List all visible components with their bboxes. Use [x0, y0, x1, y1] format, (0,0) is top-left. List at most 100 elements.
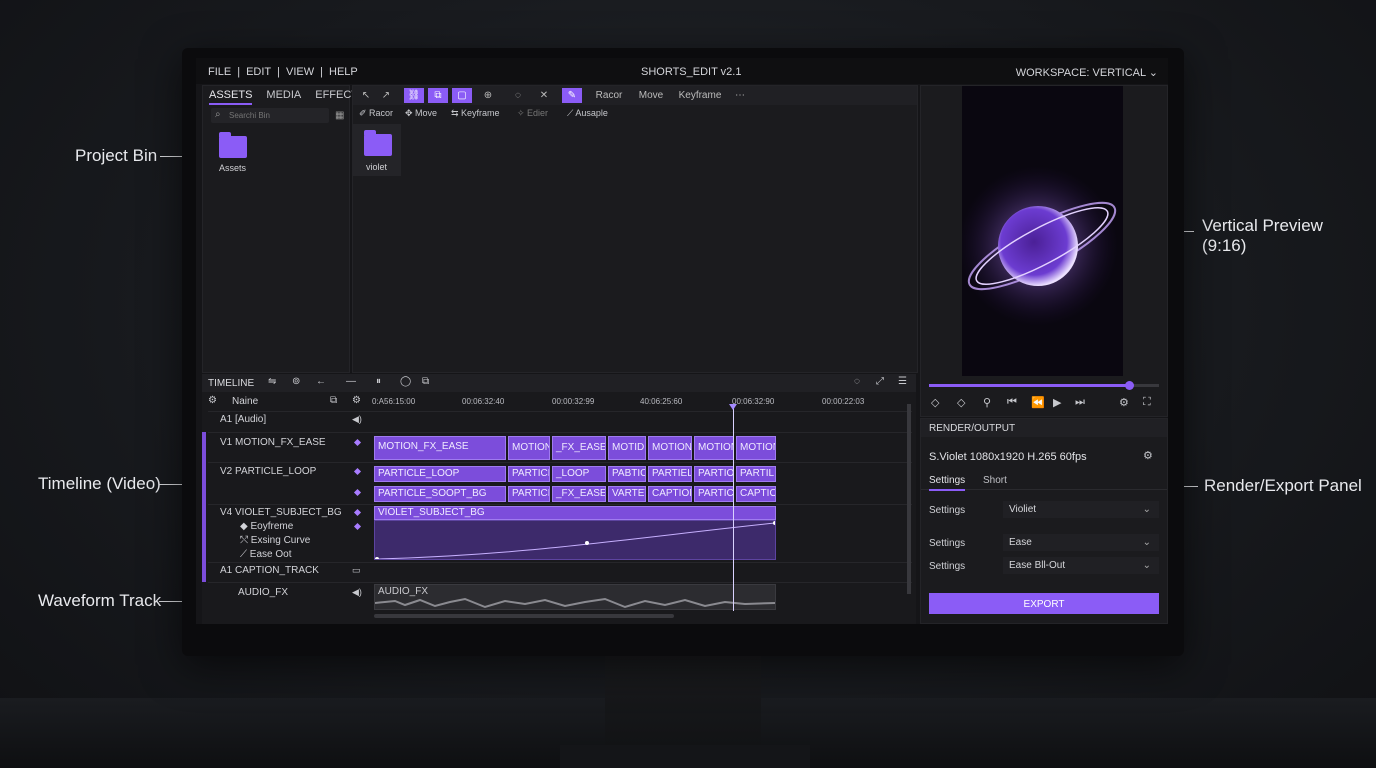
clip-v4-violet-subject[interactable]: VIOLET_SUBJECT_BG: [374, 506, 776, 520]
anchor-icon[interactable]: ⚲: [983, 396, 991, 409]
menu-edit[interactable]: EDIT: [246, 66, 271, 78]
clip-v1[interactable]: _FX_EASE..: [552, 436, 606, 460]
select-tool-icon[interactable]: ↖: [359, 88, 373, 103]
clip-v1[interactable]: MOTIDI: [608, 436, 646, 460]
mark-in-icon[interactable]: ◇: [931, 396, 939, 409]
keyframe-diamond-icon[interactable]: [353, 488, 362, 497]
tab-media[interactable]: MEDIA: [266, 89, 301, 105]
play-icon[interactable]: ▶: [1053, 396, 1061, 409]
workspace-selector[interactable]: WORKSPACE: VERTICAL ⌄: [1016, 66, 1158, 79]
clip-v1-motion-fx[interactable]: MOTION_FX_EASE: [374, 436, 506, 460]
snap-icon[interactable]: ⊚: [292, 376, 300, 387]
fullscreen-icon[interactable]: ⛶: [1143, 396, 1151, 409]
clip-v1[interactable]: MOTION: [648, 436, 692, 460]
track-menu-icon[interactable]: ⚙: [208, 395, 217, 406]
tab-short[interactable]: Short: [983, 475, 1007, 486]
caption-icon[interactable]: ▭: [352, 565, 361, 576]
brush-icon[interactable]: ✎: [562, 88, 582, 103]
keyframe-label[interactable]: ◆ Eoyfreme: [240, 521, 293, 532]
sync-icon[interactable]: ◌: [854, 376, 860, 387]
ease-out-label[interactable]: ⟋ Ease Oot: [240, 549, 291, 560]
clip-v2[interactable]: PARTICL: [694, 486, 734, 502]
crop-icon[interactable]: ▢: [452, 88, 472, 103]
easing-curve-label[interactable]: ⤲ Exsing Curve: [240, 535, 310, 546]
list-icon[interactable]: ☰: [898, 376, 907, 387]
bin-search[interactable]: ⌕: [211, 108, 329, 123]
zoom-icon[interactable]: ⊕: [481, 88, 495, 103]
easing-curve-lane[interactable]: [374, 520, 776, 560]
subtool-keyframe[interactable]: ⇆ Keyframe: [451, 108, 500, 119]
clip-v2-particle-loop[interactable]: PARTICLE_LOOP: [374, 466, 506, 482]
preview-scrubber[interactable]: [929, 381, 1159, 390]
subtool-move[interactable]: ✥ Move: [405, 108, 437, 119]
clip-v2[interactable]: _LOOP: [552, 466, 606, 482]
ripple-icon[interactable]: ⇋: [268, 376, 276, 387]
track-caption[interactable]: A1 CAPTION_TRACK: [220, 565, 319, 576]
track-v2[interactable]: V2 PARTICLE_LOOP: [220, 466, 316, 477]
clip-v2[interactable]: _FX_EASE: [552, 486, 606, 502]
mark-out-icon[interactable]: ◇: [957, 396, 965, 409]
menu-file[interactable]: FILE: [208, 66, 231, 78]
playhead[interactable]: [733, 404, 734, 611]
track-a1-audio[interactable]: A1 [Audio]: [220, 414, 266, 425]
stack-icon[interactable]: ⧉: [330, 395, 337, 406]
trim-icon[interactable]: ⧉: [428, 88, 448, 103]
settings-select-3[interactable]: Ease Bll-Out ⌄: [1003, 557, 1159, 574]
back-icon[interactable]: ←: [316, 376, 326, 387]
clip-v2[interactable]: VARTET: [608, 486, 646, 502]
clip-v2[interactable]: PARTIEL: [648, 466, 692, 482]
link-clips-icon[interactable]: ⧉: [422, 376, 429, 387]
minus-icon[interactable]: —: [346, 376, 356, 387]
clip-v1[interactable]: MOTION: [508, 436, 550, 460]
razor-tool[interactable]: Racor: [589, 88, 629, 103]
track-v4[interactable]: V4 VIOLET_SUBJECT_BG: [220, 507, 342, 518]
menu-view[interactable]: VIEW: [286, 66, 314, 78]
keyframe-diamond-icon[interactable]: [353, 508, 362, 517]
keyframe-diamond-icon[interactable]: [353, 438, 362, 447]
menu-help[interactable]: HELP: [329, 66, 358, 78]
skip-forward-icon[interactable]: ⏭: [1075, 396, 1085, 409]
search-input[interactable]: [227, 110, 321, 121]
link-icon[interactable]: ⛓: [404, 88, 424, 103]
playhead-handle-icon[interactable]: [729, 404, 737, 410]
marker-icon[interactable]: ⏸: [376, 376, 381, 387]
track-v1[interactable]: V1 MOTION_FX_EASE: [220, 437, 326, 448]
timeline-vertical-scrollbar[interactable]: [907, 404, 911, 594]
keyframe-tool[interactable]: Keyframe: [675, 88, 725, 103]
audio-mute-icon[interactable]: ◀): [352, 587, 362, 598]
settings-icon[interactable]: ⚙: [1119, 396, 1129, 409]
subtool-edier[interactable]: ✧ Edier: [517, 108, 548, 119]
clip-v1[interactable]: MOTION: [694, 436, 734, 460]
cut-icon[interactable]: ✕: [537, 88, 551, 103]
more-icon[interactable]: ⋯: [733, 88, 747, 103]
grid-icon[interactable]: ▦: [335, 110, 344, 121]
settings-select-1[interactable]: Violiet ⌄: [1003, 501, 1159, 518]
skip-back-icon[interactable]: ⏮: [1007, 396, 1017, 409]
clip-v2[interactable]: PARTIOL: [694, 466, 734, 482]
clip-v2[interactable]: PARTIL: [736, 466, 776, 482]
expand-icon[interactable]: ⤢: [876, 376, 884, 387]
subtool-ausaple[interactable]: ⟋ Ausaple: [567, 108, 608, 119]
violet-folder-tile[interactable]: violet: [353, 124, 401, 176]
keyframe-diamond-icon[interactable]: [353, 467, 362, 476]
speaker-icon[interactable]: ◀): [352, 414, 362, 425]
clip-v2[interactable]: PARTICR: [508, 486, 550, 502]
export-button[interactable]: EXPORT: [929, 593, 1159, 614]
pen-tool-icon[interactable]: ↗: [379, 88, 393, 103]
clip-v2[interactable]: PABTIC: [608, 466, 646, 482]
settings-gear-icon[interactable]: ⚙: [1143, 449, 1153, 462]
circle-icon[interactable]: ◯: [400, 376, 411, 387]
settings-select-2[interactable]: Ease ⌄: [1003, 534, 1159, 551]
clip-v2[interactable]: CAPTION: [648, 486, 692, 502]
subtool-razor[interactable]: ✐ Racor: [359, 108, 393, 119]
move-tool[interactable]: Move: [633, 88, 669, 103]
gear-icon[interactable]: ⚙: [352, 395, 361, 406]
track-audio-fx[interactable]: AUDIO_FX: [238, 587, 288, 598]
tab-assets[interactable]: ASSETS: [209, 89, 253, 105]
step-back-icon[interactable]: ⏪: [1031, 396, 1045, 409]
clip-v2[interactable]: PARTICL: [508, 466, 550, 482]
lasso-icon[interactable]: ◌: [511, 88, 525, 103]
clip-v2-particle-bg[interactable]: PARTICLE_SOOPT_BG: [374, 486, 506, 502]
folder-icon[interactable]: [219, 132, 247, 158]
clip-v1[interactable]: MOTION: [736, 436, 776, 460]
